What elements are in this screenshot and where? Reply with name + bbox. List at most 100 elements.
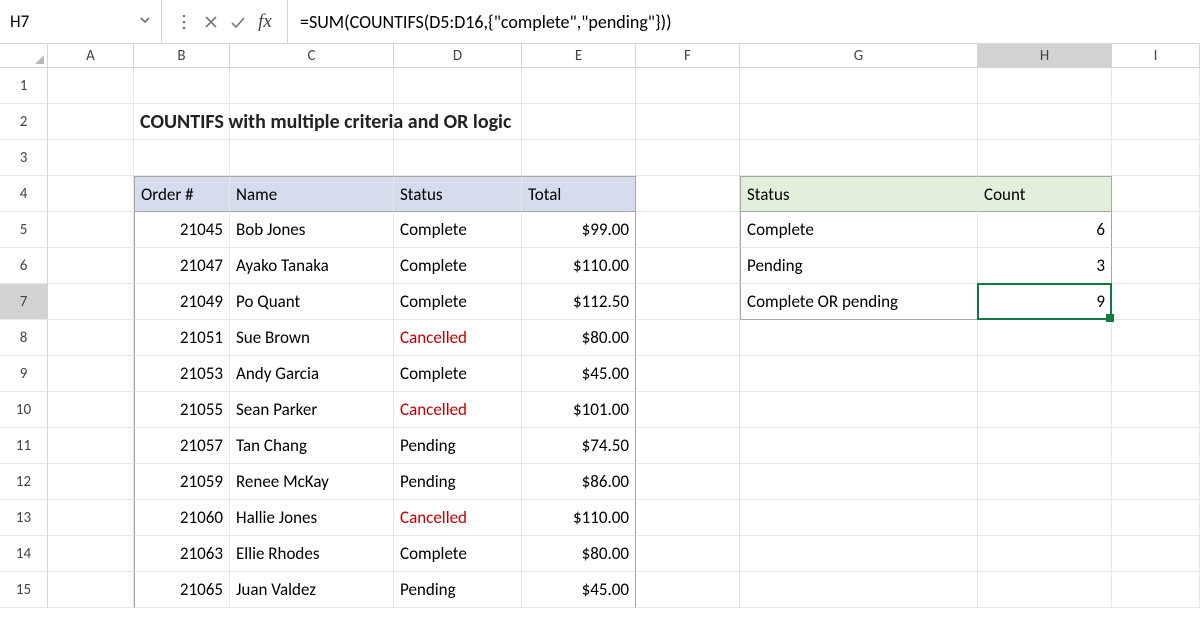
cell-F14[interactable]	[636, 536, 740, 572]
row-header-2[interactable]: 2	[0, 104, 48, 140]
table-cell[interactable]: Complete	[394, 356, 522, 392]
cell-A8[interactable]	[48, 320, 134, 356]
cell-G1[interactable]	[740, 68, 978, 104]
cell-G14[interactable]	[740, 536, 978, 572]
summary-count[interactable]: 9	[978, 284, 1112, 320]
cell-F6[interactable]	[636, 248, 740, 284]
summary-count[interactable]: 3	[978, 248, 1112, 284]
cell-G3[interactable]	[740, 140, 978, 176]
table-cell[interactable]: Ellie Rhodes	[230, 536, 394, 572]
cell-A7[interactable]	[48, 284, 134, 320]
cell-F2[interactable]	[636, 104, 740, 140]
cell-G12[interactable]	[740, 464, 978, 500]
cell-H1[interactable]	[978, 68, 1112, 104]
summary-status[interactable]: Pending	[740, 248, 978, 284]
cell-I3[interactable]	[1112, 140, 1200, 176]
col-header-I[interactable]: I	[1112, 44, 1200, 67]
row-header-15[interactable]: 15	[0, 572, 48, 608]
row-header-14[interactable]: 14	[0, 536, 48, 572]
cell-G9[interactable]	[740, 356, 978, 392]
table-cell[interactable]: Cancelled	[394, 500, 522, 536]
table-cell[interactable]: $99.00	[522, 212, 636, 248]
cell-G2[interactable]	[740, 104, 978, 140]
cell-F11[interactable]	[636, 428, 740, 464]
table-cell[interactable]: Tan Chang	[230, 428, 394, 464]
chevron-down-icon[interactable]	[139, 14, 151, 29]
cell-H12[interactable]	[978, 464, 1112, 500]
select-all-corner[interactable]	[0, 44, 48, 67]
enter-icon[interactable]	[226, 10, 250, 34]
summary-status[interactable]: Complete	[740, 212, 978, 248]
table-cell[interactable]: Sue Brown	[230, 320, 394, 356]
cell-C1[interactable]	[230, 68, 394, 104]
table-cell[interactable]: Complete	[394, 536, 522, 572]
cell-H11[interactable]	[978, 428, 1112, 464]
table-cell[interactable]: Cancelled	[394, 320, 522, 356]
cell-H14[interactable]	[978, 536, 1112, 572]
table-cell[interactable]: 21053	[134, 356, 230, 392]
cell-A2[interactable]	[48, 104, 134, 140]
col-header-B[interactable]: B	[134, 44, 230, 67]
table-cell[interactable]: Renee McKay	[230, 464, 394, 500]
col-header-C[interactable]: C	[230, 44, 394, 67]
cell-E3[interactable]	[522, 140, 636, 176]
row-header-13[interactable]: 13	[0, 500, 48, 536]
table-cell[interactable]: 21049	[134, 284, 230, 320]
cell-I4[interactable]	[1112, 176, 1200, 212]
row-header-12[interactable]: 12	[0, 464, 48, 500]
cell-I8[interactable]	[1112, 320, 1200, 356]
table-cell[interactable]: Po Quant	[230, 284, 394, 320]
row-header-4[interactable]: 4	[0, 176, 48, 212]
cell-I1[interactable]	[1112, 68, 1200, 104]
cell-A10[interactable]	[48, 392, 134, 428]
cell-I15[interactable]	[1112, 572, 1200, 608]
col-header-A[interactable]: A	[48, 44, 134, 67]
cell-I6[interactable]	[1112, 248, 1200, 284]
cell-H15[interactable]	[978, 572, 1112, 608]
cell-E2[interactable]	[522, 104, 636, 140]
cell-F4[interactable]	[636, 176, 740, 212]
row-header-11[interactable]: 11	[0, 428, 48, 464]
cell-A12[interactable]	[48, 464, 134, 500]
table-cell[interactable]: Pending	[394, 428, 522, 464]
fx-icon[interactable]: fx	[253, 10, 277, 34]
table-cell[interactable]: 21055	[134, 392, 230, 428]
table-cell[interactable]: Pending	[394, 464, 522, 500]
cell-B3[interactable]	[134, 140, 230, 176]
table-cell[interactable]: Complete	[394, 284, 522, 320]
cell-B1[interactable]	[134, 68, 230, 104]
table-cell[interactable]: $112.50	[522, 284, 636, 320]
cell-H10[interactable]	[978, 392, 1112, 428]
row-header-9[interactable]: 9	[0, 356, 48, 392]
table-cell[interactable]: 21060	[134, 500, 230, 536]
cell-F1[interactable]	[636, 68, 740, 104]
table-cell[interactable]: Cancelled	[394, 392, 522, 428]
row-header-8[interactable]: 8	[0, 320, 48, 356]
cell-D3[interactable]	[394, 140, 522, 176]
table-cell[interactable]: $74.50	[522, 428, 636, 464]
cell-F3[interactable]	[636, 140, 740, 176]
summary-status[interactable]: Complete OR pending	[740, 284, 978, 320]
col-header-E[interactable]: E	[522, 44, 636, 67]
table-cell[interactable]: Hallie Jones	[230, 500, 394, 536]
cell-A13[interactable]	[48, 500, 134, 536]
cell-C3[interactable]	[230, 140, 394, 176]
row-header-7[interactable]: 7	[0, 284, 48, 320]
cell-A1[interactable]	[48, 68, 134, 104]
cell-A6[interactable]	[48, 248, 134, 284]
table-cell[interactable]: Pending	[394, 572, 522, 608]
table-cell[interactable]: 21047	[134, 248, 230, 284]
cell-I14[interactable]	[1112, 536, 1200, 572]
cell-H8[interactable]	[978, 320, 1112, 356]
table-cell[interactable]: $45.00	[522, 356, 636, 392]
name-box[interactable]: H7	[0, 0, 162, 43]
table-cell[interactable]: 21063	[134, 536, 230, 572]
cell-I2[interactable]	[1112, 104, 1200, 140]
cell-A5[interactable]	[48, 212, 134, 248]
cell-F9[interactable]	[636, 356, 740, 392]
cell-I10[interactable]	[1112, 392, 1200, 428]
cell-I7[interactable]	[1112, 284, 1200, 320]
table-cell[interactable]: $101.00	[522, 392, 636, 428]
summary-count[interactable]: 6	[978, 212, 1112, 248]
cell-F5[interactable]	[636, 212, 740, 248]
